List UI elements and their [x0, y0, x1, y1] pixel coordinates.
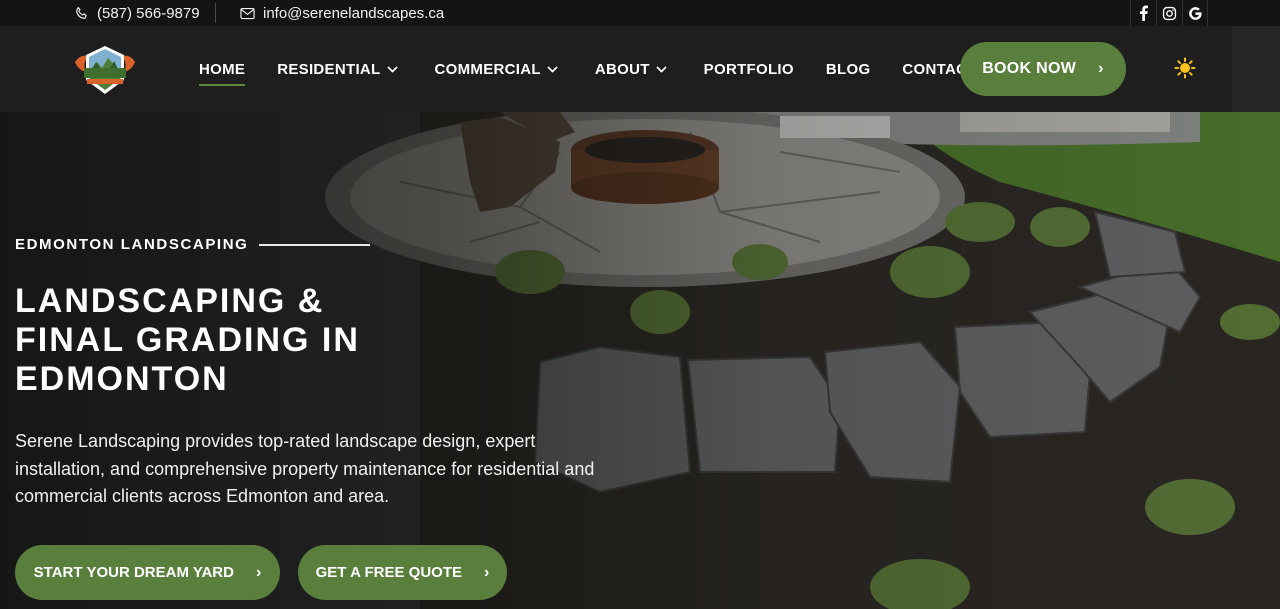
phone-icon — [74, 6, 89, 21]
chevron-down-icon — [386, 65, 398, 73]
hero-title-line: LANDSCAPING & — [15, 282, 325, 320]
main-nav: HOME RESIDENTIAL COMMERCIAL ABOUT PORTFO… — [199, 26, 977, 112]
nav-portfolio[interactable]: PORTFOLIO — [704, 61, 794, 78]
header-edge — [1232, 26, 1280, 112]
nav-blog-label: BLOG — [825, 60, 871, 78]
eyebrow-divider — [259, 244, 370, 246]
site-header: HOME RESIDENTIAL COMMERCIAL ABOUT PORTFO… — [0, 26, 1280, 112]
cta-secondary-label: GET A FREE QUOTE — [315, 564, 463, 581]
book-now-label: BOOK NOW — [982, 60, 1077, 77]
logo[interactable] — [72, 42, 138, 98]
top-bar: (587) 566-9879 info@serenelandscapes.ca — [0, 0, 1280, 26]
facebook-icon[interactable] — [1130, 0, 1156, 26]
nav-commercial[interactable]: COMMERCIAL — [435, 61, 558, 78]
chevron-down-icon — [547, 65, 558, 73]
nav-commercial-label: COMMERCIAL — [434, 60, 541, 78]
nav-home-label: HOME — [199, 60, 246, 78]
free-quote-button[interactable]: GET A FREE QUOTE › — [298, 545, 507, 600]
nav-blog[interactable]: BLOG — [826, 61, 871, 78]
start-dream-yard-button[interactable]: START YOUR DREAM YARD › — [15, 545, 280, 600]
nav-about-label: ABOUT — [594, 60, 650, 78]
nav-residential-label: RESIDENTIAL — [277, 60, 381, 78]
hero-title: LANDSCAPING & FINAL GRADING IN EDMONTON — [15, 282, 575, 399]
nav-portfolio-label: PORTFOLIO — [703, 60, 794, 78]
book-now-button[interactable]: BOOK NOW › — [960, 42, 1126, 96]
arrow-right-icon: › — [484, 563, 490, 581]
hero-title-line: FINAL GRADING IN — [15, 321, 360, 359]
social-links — [1130, 0, 1208, 26]
chevron-down-icon — [656, 65, 667, 73]
mail-icon — [240, 7, 255, 20]
hero-title-line: EDMONTON — [15, 360, 229, 398]
cta-primary-label: START YOUR DREAM YARD — [33, 564, 234, 581]
nav-home[interactable]: HOME — [199, 60, 246, 86]
email-address: info@serenelandscapes.ca — [263, 4, 445, 22]
email-link[interactable]: info@serenelandscapes.ca — [240, 0, 444, 26]
phone-link[interactable]: (587) 566-9879 — [74, 0, 200, 26]
hero-section: EDMONTON LANDSCAPING LANDSCAPING & FINAL… — [0, 112, 1280, 609]
topbar-divider — [215, 3, 216, 23]
arrow-right-icon: › — [1098, 60, 1104, 77]
nav-about[interactable]: ABOUT — [595, 61, 667, 78]
phone-number: (587) 566-9879 — [97, 4, 200, 22]
hero-eyebrow: EDMONTON LANDSCAPING — [15, 236, 249, 253]
hero-description: Serene Landscaping provides top-rated la… — [15, 431, 595, 506]
nav-residential[interactable]: RESIDENTIAL — [277, 60, 398, 78]
arrow-right-icon: › — [255, 563, 262, 581]
sun-icon[interactable] — [1174, 57, 1196, 79]
google-icon[interactable] — [1182, 0, 1208, 26]
instagram-icon[interactable] — [1156, 0, 1182, 26]
